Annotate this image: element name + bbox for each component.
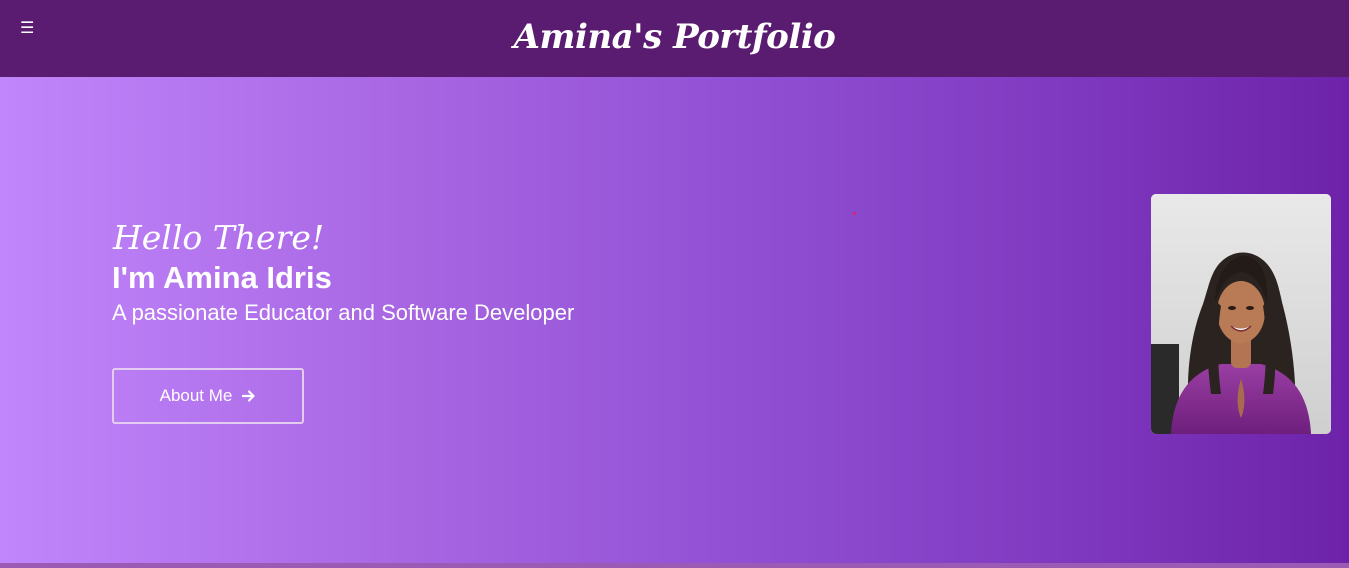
section-divider xyxy=(0,563,1349,568)
hero-greeting: Hello There! xyxy=(113,218,325,257)
hero-section: Hello There! I'm Amina Idris A passionat… xyxy=(0,77,1349,563)
site-title[interactable]: Amina's Portfolio xyxy=(0,14,1349,60)
about-me-button-label: About Me xyxy=(159,386,233,405)
portrait-illustration xyxy=(1151,194,1331,434)
about-me-button[interactable]: About Me xyxy=(112,368,304,424)
hero-tagline: A passionate Educator and Software Devel… xyxy=(112,300,575,325)
decorative-dot xyxy=(853,212,856,215)
top-nav-bar: ☰ Amina's Portfolio xyxy=(0,0,1349,77)
arrow-right-icon xyxy=(242,390,255,402)
profile-photo xyxy=(1151,194,1331,434)
hero-name: I'm Amina Idris xyxy=(112,260,332,295)
